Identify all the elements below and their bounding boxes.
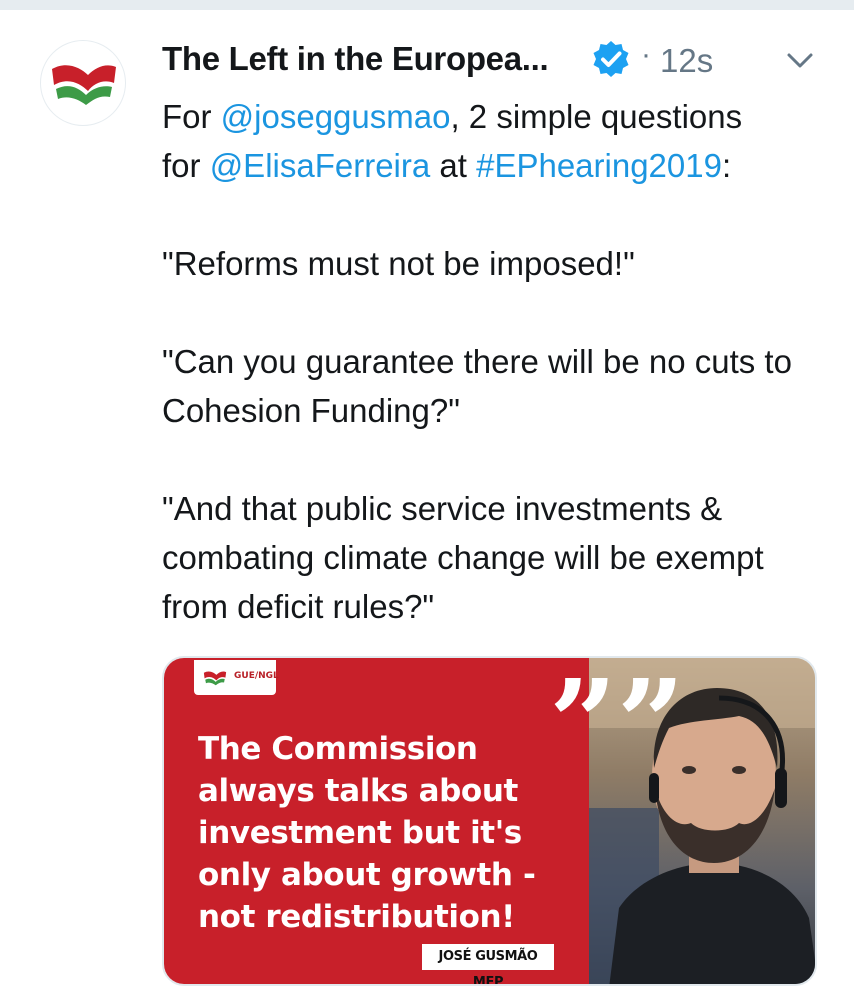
verified-badge-icon — [593, 41, 629, 77]
timestamp[interactable]: 12s — [660, 42, 713, 80]
speaker-photo: ”” — [549, 658, 815, 984]
party-flag-logo — [203, 671, 227, 686]
mention-link[interactable]: @ElisaFerreira — [210, 147, 431, 184]
top-separator — [0, 0, 854, 10]
party-flag-logo — [52, 65, 116, 105]
display-name[interactable]: The Left in the Europea... — [162, 40, 549, 78]
quote-card: GUE/NGL The Commission always talks abou… — [164, 658, 589, 984]
tweet-paragraph-1: For @joseggusmao, 2 simple questions for… — [162, 92, 832, 190]
speaker-name-tag: JOSÉ GUSMÃO MEP — [422, 944, 554, 984]
avatar[interactable] — [40, 40, 126, 126]
hashtag-link[interactable]: #EPhearing2019 — [476, 147, 722, 184]
mention-link[interactable]: @joseggusmao — [221, 98, 451, 135]
chevron-down-icon[interactable] — [782, 46, 818, 76]
text-segment: , 2 simple questions — [450, 98, 743, 135]
text-segment: For — [162, 98, 221, 135]
text-segment: for — [162, 147, 210, 184]
separator-dot: · — [641, 38, 651, 71]
tweet-text: For @joseggusmao, 2 simple questions for… — [162, 92, 832, 631]
party-badge: GUE/NGL — [194, 660, 279, 695]
tweet-header: The Left in the Europea... · 12s — [162, 36, 822, 86]
media-image[interactable]: GUE/NGL The Commission always talks abou… — [162, 656, 817, 986]
quote-text: The Commission always talks about invest… — [198, 731, 536, 935]
text-segment: : — [721, 147, 732, 184]
tweet-paragraph-3: "Can you guarantee there will be no cuts… — [162, 343, 792, 429]
badge-label: GUE/NGL — [234, 671, 279, 681]
quote-marks: ”” — [549, 656, 685, 792]
tweet-paragraph-2: "Reforms must not be imposed!" — [162, 245, 635, 282]
tweet-paragraph-4: "And that public service investments & c… — [162, 490, 764, 625]
text-segment: at — [430, 147, 477, 184]
